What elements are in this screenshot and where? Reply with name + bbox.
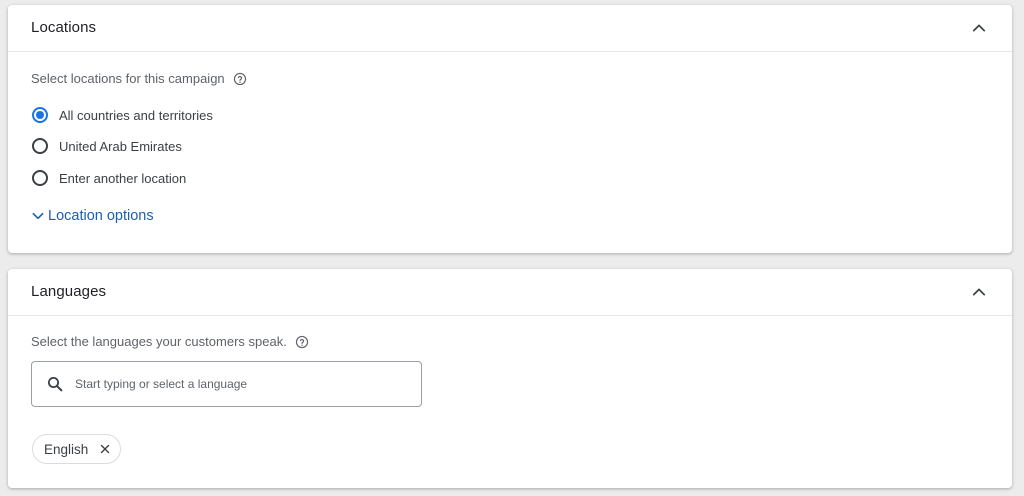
chevron-up-icon <box>972 24 986 32</box>
radio-uae[interactable]: United Arab Emirates <box>32 138 182 154</box>
languages-subtitle-row: Select the languages your customers spea… <box>31 334 309 349</box>
locations-title: Locations <box>31 19 97 36</box>
languages-title: Languages <box>31 283 107 300</box>
chevron-down-icon <box>30 208 46 224</box>
languages-card: Languages Select the languages your cust… <box>8 269 1012 488</box>
search-icon <box>46 375 64 393</box>
help-icon[interactable] <box>233 72 247 86</box>
radio-another-location[interactable]: Enter another location <box>32 170 186 186</box>
locations-collapse-button[interactable] <box>968 17 990 39</box>
locations-subtitle-row: Select locations for this campaign <box>31 71 247 86</box>
radio-label: All countries and territories <box>59 107 213 123</box>
chevron-up-icon <box>972 288 986 296</box>
close-icon[interactable] <box>98 442 112 456</box>
radio-all-countries[interactable]: All countries and territories <box>32 107 213 123</box>
locations-subtitle: Select locations for this campaign <box>31 71 225 86</box>
language-search-input[interactable] <box>73 376 397 392</box>
radio-button[interactable] <box>32 138 48 154</box>
chip-label: English <box>44 441 89 457</box>
location-options-label: Location options <box>48 208 154 224</box>
radio-button[interactable] <box>32 107 48 123</box>
locations-card: Locations Select locations for this camp… <box>8 5 1012 253</box>
languages-header[interactable]: Languages <box>8 269 1012 316</box>
location-options-link[interactable]: Location options <box>30 208 154 224</box>
campaign-settings-page: Locations Select locations for this camp… <box>0 0 1024 496</box>
language-search-field[interactable] <box>31 361 422 407</box>
languages-collapse-button[interactable] <box>968 281 990 303</box>
radio-label: United Arab Emirates <box>59 138 182 154</box>
radio-label: Enter another location <box>59 170 187 186</box>
help-icon[interactable] <box>295 335 309 349</box>
selected-language-chip: English <box>32 434 122 464</box>
locations-header[interactable]: Locations <box>8 5 1012 52</box>
languages-subtitle: Select the languages your customers spea… <box>31 334 287 349</box>
radio-button[interactable] <box>32 170 48 186</box>
